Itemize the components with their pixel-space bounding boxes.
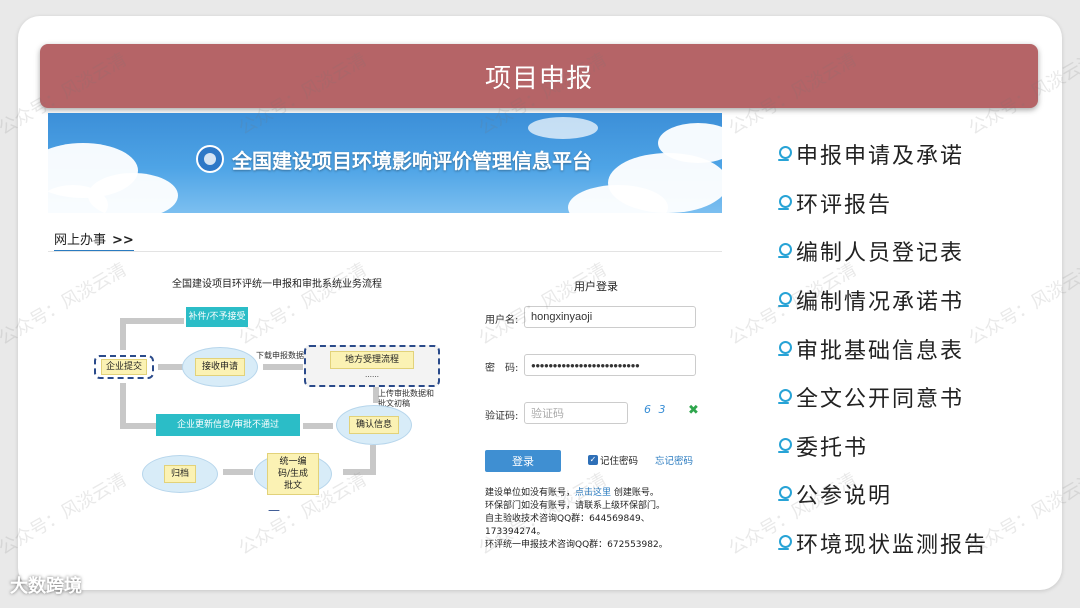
list-item: 环境现状监测报告 <box>778 519 988 568</box>
remember-checkbox[interactable]: ✓ <box>588 455 598 465</box>
flow-node-local: 地方受理流程 …… <box>304 345 440 387</box>
tab-online-service[interactable]: 网上办事 >> <box>54 229 134 252</box>
brand-logo: 大数跨境 <box>10 576 82 597</box>
location-pin-icon <box>778 437 792 454</box>
forgot-password-link[interactable]: 忘记密码 <box>655 453 693 467</box>
banner-title: 全国建设项目环境影响评价管理信息平台 <box>232 149 592 173</box>
username-label: 用户名: <box>485 315 519 326</box>
username-input[interactable]: hongxinyaoji <box>524 306 696 328</box>
list-item: 委托书 <box>778 422 988 471</box>
refresh-captcha-icon[interactable]: ✖ <box>688 403 699 418</box>
location-pin-icon <box>778 486 792 502</box>
location-pin-icon <box>778 292 792 308</box>
list-item: 申报申请及承诺 <box>778 130 988 179</box>
flow-node-archive: 归档 <box>142 455 218 493</box>
slide-title: 项目申报 <box>484 63 593 94</box>
slide-title-bar: 项目申报 <box>40 44 1038 108</box>
platform-screenshot: 全国建设项目环境影响评价管理信息平台 网上办事 >> 全国建设项目环评统一申报和审… <box>48 113 722 579</box>
location-pin-icon <box>778 389 792 405</box>
list-item: 编制人员登记表 <box>778 227 988 276</box>
remember-label: 记住密码 <box>600 456 639 467</box>
password-label: 密 码: <box>485 363 519 374</box>
location-pin-icon <box>778 243 792 259</box>
captcha-input[interactable]: 验证码 <box>524 402 628 424</box>
flow-dash: — <box>268 503 280 517</box>
login-button[interactable]: 登录 <box>485 450 561 472</box>
emblem-icon <box>196 145 224 173</box>
location-pin-icon <box>778 535 792 551</box>
login-title: 用户登录 <box>574 280 618 293</box>
list-item: 审批基础信息表 <box>778 324 988 373</box>
list-item: 编制情况承诺书 <box>778 276 988 325</box>
location-pin-icon <box>778 340 792 357</box>
divider <box>48 251 722 252</box>
flow-node-accept: 接收申请 <box>182 347 258 387</box>
list-item: 环评报告 <box>778 179 988 228</box>
list-item: 全文公开同意书 <box>778 373 988 422</box>
document-list: 申报申请及承诺 环评报告 编制人员登记表 编制情况承诺书 审批基础信息表 全文公… <box>778 130 988 567</box>
captcha-label: 验证码: <box>485 411 519 422</box>
flow-node-submit: 企业提交 <box>94 355 154 379</box>
location-pin-icon <box>778 146 792 162</box>
password-input[interactable]: ●●●●●●●●●●●●●●●●●●●●●●●●● <box>524 354 696 376</box>
register-link[interactable]: 点击这里 <box>575 488 611 498</box>
flow-title: 全国建设项目环评统一申报和审批系统业务流程 <box>172 279 382 290</box>
login-info: 建设单位如没有账号，点击这里 创建账号。 环保部门如没有账号，请联系上级环保部门… <box>485 488 668 550</box>
flow-note-download: 下载申报数据 <box>256 351 304 360</box>
flow-node-supplement: 补件/不予接受 <box>186 307 248 327</box>
flow-node-code: 统一编码/生成批文 <box>254 453 332 495</box>
platform-banner: 全国建设项目环境影响评价管理信息平台 <box>48 113 722 213</box>
location-pin-icon <box>778 194 792 211</box>
flow-node-update: 企业更新信息/审批不通过 <box>156 414 300 436</box>
flow-node-confirm: 确认信息 <box>336 405 412 445</box>
list-item: 公参说明 <box>778 470 988 519</box>
captcha-image[interactable]: 6 3 <box>644 403 684 421</box>
